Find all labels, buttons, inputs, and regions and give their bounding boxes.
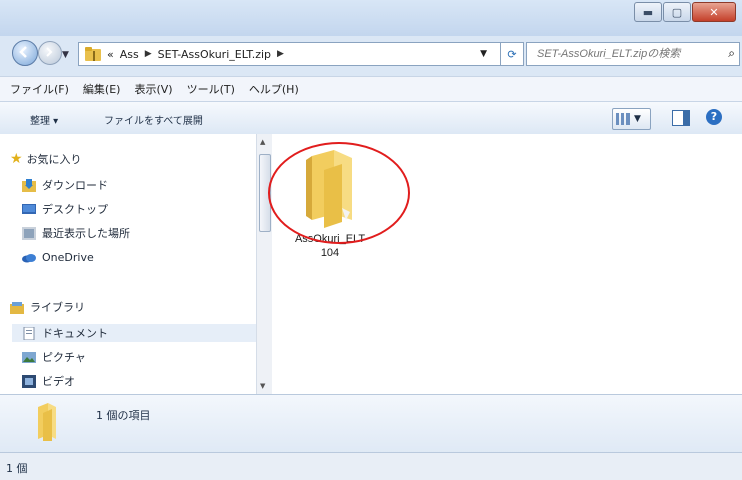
menu-bar: ファイル(F) 編集(E) 表示(V) ツール(T) ヘルプ(H) <box>0 76 742 101</box>
search-box[interactable]: ⌕ <box>526 42 740 66</box>
libraries-icon <box>10 301 24 314</box>
downloads-icon <box>22 178 36 192</box>
crumb-separator-icon[interactable]: ▶ <box>145 49 152 59</box>
nav-videos[interactable]: ビデオ <box>22 372 75 390</box>
desktop-icon <box>22 203 36 214</box>
refresh-button[interactable]: ⟳ <box>500 42 524 66</box>
crumb-overflow[interactable]: « <box>107 48 114 61</box>
chevron-down-icon: ▼ <box>634 114 641 124</box>
highlight-circle <box>268 142 410 244</box>
crumb-separator-icon[interactable]: ▶ <box>277 49 284 59</box>
address-dropdown-icon[interactable]: ▼ <box>480 49 487 59</box>
forward-arrow-icon <box>46 47 53 57</box>
folder-icon <box>85 47 101 61</box>
maximize-button[interactable]: ▢ <box>663 2 691 22</box>
organize-button[interactable]: 整理 ▾ <box>30 112 58 127</box>
address-row: ▼ « Ass ▶ SET-AssOkuri_ELT.zip ▶ ▼ ⟳ ⌕ <box>0 38 742 70</box>
menu-file[interactable]: ファイル(F) <box>10 81 69 97</box>
item-count: 1 個の項目 <box>96 409 151 422</box>
nav-onedrive-label: OneDrive <box>42 250 94 264</box>
preview-pane-icon[interactable] <box>672 110 690 126</box>
nav-pictures[interactable]: ピクチャ <box>22 348 86 366</box>
pictures-icon <box>22 351 36 363</box>
menu-edit[interactable]: 編集(E) <box>83 81 121 97</box>
nav-downloads-label: ダウンロード <box>42 179 108 192</box>
menu-help[interactable]: ヘルプ(H) <box>249 81 299 97</box>
nav-desktop-label: デスクトップ <box>42 203 108 216</box>
refresh-icon: ⟳ <box>507 47 517 61</box>
nav-documents-label: ドキュメント <box>42 327 108 340</box>
nav-scrollbar[interactable]: ▲ ▼ <box>256 134 272 394</box>
view-options-button[interactable]: ▼ <box>612 108 651 130</box>
nav-downloads[interactable]: ダウンロード <box>22 176 108 194</box>
menu-tools[interactable]: ツール(T) <box>187 81 235 97</box>
search-icon[interactable]: ⌕ <box>728 46 735 61</box>
close-button[interactable]: ✕ <box>692 2 736 22</box>
help-icon[interactable]: ? <box>706 109 722 125</box>
navigation-pane: ★ お気に入り ダウンロード デスクトップ 最近表示した場所 OneDrive … <box>0 134 273 394</box>
scroll-down-icon[interactable]: ▼ <box>260 382 265 390</box>
status-text: 1 個 <box>6 462 28 475</box>
scroll-up-icon[interactable]: ▲ <box>260 138 265 146</box>
nav-libraries[interactable]: ライブラリ <box>10 298 85 316</box>
explorer-window: ▬ ▢ ✕ ▼ « Ass ▶ SET-AssOkuri_ELT.zip ▶ ▼… <box>0 0 742 480</box>
search-input[interactable] <box>535 47 719 61</box>
view-grid-icon <box>616 113 630 125</box>
videos-icon <box>22 374 36 388</box>
nav-recent-label: 最近表示した場所 <box>42 227 130 240</box>
menu-view[interactable]: 表示(V) <box>134 81 172 97</box>
crumb-zip[interactable]: SET-AssOkuri_ELT.zip <box>158 48 271 61</box>
nav-favorites-label: お気に入り <box>26 153 82 166</box>
nav-libraries-label: ライブラリ <box>30 301 85 314</box>
nav-favorites[interactable]: ★ お気に入り <box>10 150 82 168</box>
address-bar[interactable]: « Ass ▶ SET-AssOkuri_ELT.zip ▶ ▼ <box>78 42 502 66</box>
recent-places-icon <box>22 226 36 240</box>
forward-button[interactable] <box>38 41 62 65</box>
minimize-button[interactable]: ▬ <box>634 2 662 22</box>
crumb-ass[interactable]: Ass <box>120 48 139 61</box>
history-dropdown-icon[interactable]: ▼ <box>62 50 69 60</box>
nav-pictures-label: ピクチャ <box>42 351 86 364</box>
folder-icon <box>38 403 56 441</box>
nav-desktop[interactable]: デスクトップ <box>22 200 108 218</box>
nav-videos-label: ビデオ <box>42 375 75 388</box>
documents-icon <box>23 326 35 340</box>
back-button[interactable] <box>12 40 38 66</box>
onedrive-cloud-icon <box>22 253 36 262</box>
extract-all-button[interactable]: ファイルをすべて展開 <box>104 112 203 127</box>
caption-buttons: ▬ ▢ ✕ <box>633 2 736 22</box>
status-bar: 1 個 <box>0 452 742 480</box>
nav-recent-places[interactable]: 最近表示した場所 <box>22 224 130 242</box>
nav-onedrive[interactable]: OneDrive <box>22 248 94 266</box>
back-arrow-icon <box>19 46 27 58</box>
details-pane: 1 個の項目 <box>0 394 742 453</box>
nav-documents[interactable]: ドキュメント <box>12 324 264 342</box>
star-icon: ★ <box>10 151 23 167</box>
title-bar: ▬ ▢ ✕ <box>0 0 742 36</box>
command-bar: 整理 ▾ ファイルをすべて展開 ▼ ? <box>0 101 742 135</box>
